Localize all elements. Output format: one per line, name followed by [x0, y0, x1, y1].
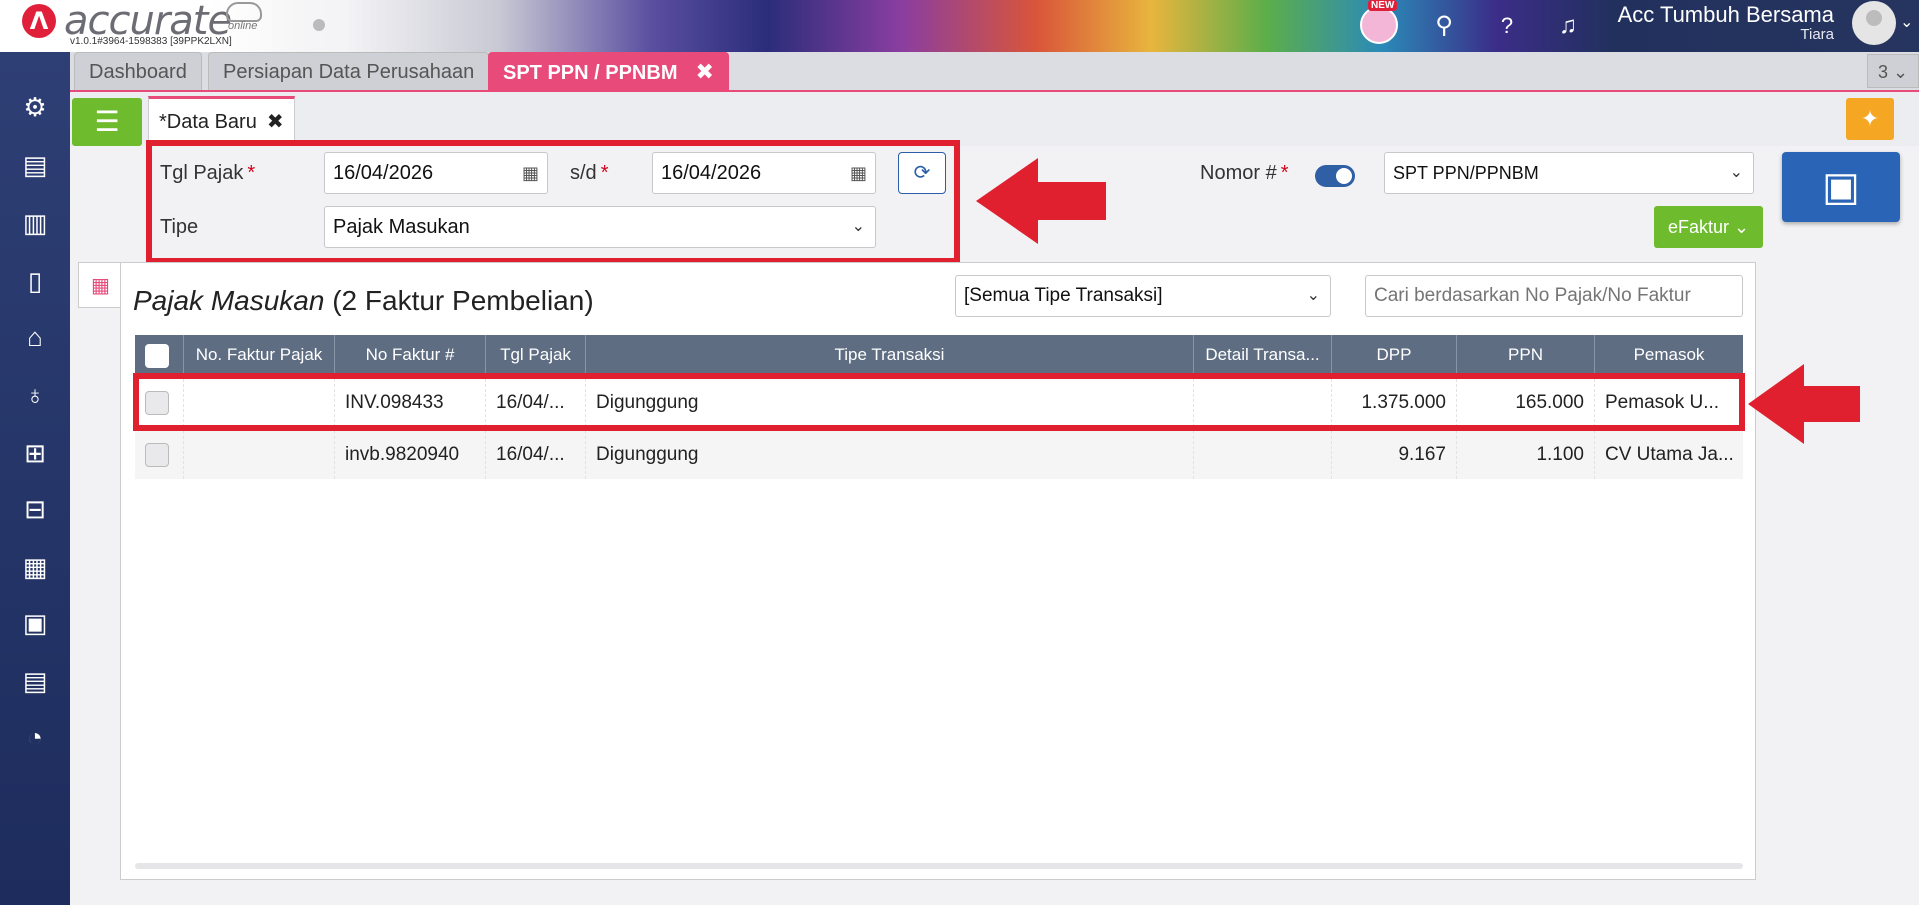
sidebar: ⚙ ▤ ▥ ▯ ⌂ ♁ ⊞ ⊟ ▦ ▣ ▤ ◔ [0, 52, 70, 905]
nomor-select[interactable]: SPT PPN/PPNBM ⌄ [1384, 152, 1754, 194]
status-dot-icon [313, 19, 325, 31]
cart-icon[interactable]: ⊞ [14, 432, 56, 474]
tab-counter[interactable]: 3 ⌄ [1867, 54, 1919, 88]
company-name[interactable]: Acc Tumbuh Bersama [1618, 2, 1834, 28]
logo-area[interactable]: Λ accurate online v1.0.1#3964-1598383 [3… [0, 0, 300, 52]
select-all-cell [135, 335, 184, 375]
cell-tipe-transaksi: Digunggung [586, 431, 1194, 479]
transaction-type-filter[interactable]: [Semua Tipe Transaksi] ⌄ [955, 275, 1331, 317]
nomor-label: Nomor # * [1200, 162, 1289, 184]
table-header: No. Faktur Pajak No Faktur # Tgl Pajak T… [135, 335, 1743, 375]
sub-toolbar: ☰ *Data Baru ✖ ✦ [70, 94, 1919, 146]
tab-label: Persiapan Data Perusahaan [223, 61, 475, 83]
grid-title: Pajak Masukan (2 Faktur Pembelian) [133, 285, 594, 316]
building-icon[interactable]: ▥ [14, 202, 56, 244]
table-row[interactable]: invb.9820940 16/04/... Digunggung 9.167 … [135, 431, 1743, 479]
col-pemasok[interactable]: Pemasok [1595, 335, 1743, 375]
tab-persiapan-data[interactable]: Persiapan Data Perusahaan [208, 52, 490, 90]
select-all-checkbox[interactable] [145, 344, 169, 368]
purchase-icon[interactable]: ⊟ [14, 488, 56, 530]
bank-icon[interactable]: ⌂ [14, 316, 56, 358]
list-menu-button[interactable]: ☰ [72, 98, 142, 146]
tab-label: SPT PPN / PPNBM [503, 62, 678, 84]
col-tgl-pajak[interactable]: Tgl Pajak [486, 335, 586, 375]
efaktur-button[interactable]: eFaktur ⌄ [1654, 206, 1764, 248]
factory-icon[interactable]: ▦ [14, 546, 56, 588]
col-dpp[interactable]: DPP [1332, 335, 1457, 375]
horizontal-scrollbar[interactable] [135, 863, 1743, 869]
nomor-toggle[interactable] [1315, 165, 1355, 187]
chevron-down-icon: ⌄ [1306, 287, 1320, 304]
cell-no-faktur: invb.9820940 [335, 431, 486, 479]
close-icon[interactable]: ✖ [695, 59, 713, 84]
red-arrow-icon [976, 158, 1106, 244]
doc-tab-data-baru[interactable]: *Data Baru ✖ [148, 96, 295, 146]
row-select-cell [135, 431, 184, 479]
cell-dpp: 9.167 [1332, 431, 1457, 479]
version-text: v1.0.1#3964-1598383 [39PPK2LXN] [70, 36, 232, 47]
accurate-logo-icon: Λ [22, 4, 56, 38]
tab-bar: Dashboard Persiapan Data Perusahaan SPT … [70, 52, 1919, 92]
mascot-avatar-icon[interactable] [1360, 6, 1398, 44]
col-ppn[interactable]: PPN [1457, 335, 1595, 375]
tab-spt-ppn[interactable]: SPT PPN / PPNBM ✖ [488, 52, 729, 90]
ledger-icon[interactable]: ▯ [14, 260, 56, 302]
search-input[interactable] [1365, 275, 1743, 317]
highlight-box [133, 373, 1745, 431]
user-name: Tiara [1800, 26, 1834, 43]
col-no-faktur-pajak[interactable]: No. Faktur Pajak [184, 335, 335, 375]
user-avatar[interactable] [1852, 1, 1896, 45]
lightbulb-icon[interactable]: ✦ [1846, 98, 1894, 140]
save-icon[interactable]: ▣ [1782, 152, 1900, 222]
tax-icon[interactable]: ▤ [14, 660, 56, 702]
tax-table-icon[interactable]: ▦ [78, 262, 122, 308]
highlight-box [146, 140, 960, 264]
cell-no-faktur-pajak [184, 431, 335, 479]
chevron-down-icon[interactable]: ⌄ [1900, 12, 1913, 32]
cashier-icon[interactable]: ▤ [14, 144, 56, 186]
cell-detail [1194, 431, 1332, 479]
money-bag-icon[interactable]: ♁ [14, 374, 56, 416]
cloud-icon [226, 2, 262, 22]
new-badge: NEW [1368, 0, 1398, 11]
chevron-down-icon: ⌄ [1729, 164, 1743, 181]
col-tipe-transaksi[interactable]: Tipe Transaksi [586, 335, 1194, 375]
report-icon[interactable]: ◔ [14, 716, 56, 758]
cell-ppn: 1.100 [1457, 431, 1595, 479]
logo-online-text: online [228, 20, 258, 32]
bell-icon[interactable]: ♫ [1550, 8, 1586, 44]
col-detail-transaksi[interactable]: Detail Transa... [1194, 335, 1332, 375]
conveyor-icon[interactable]: ▣ [14, 602, 56, 644]
gear-icon[interactable]: ⚙ [14, 86, 56, 128]
doc-tab-label: *Data Baru [159, 111, 257, 133]
cell-pemasok: CV Utama Ja... [1605, 444, 1734, 465]
cell-tgl-pajak: 16/04/... [486, 431, 586, 479]
col-no-faktur[interactable]: No Faktur # [335, 335, 486, 375]
red-arrow-icon [1748, 364, 1860, 444]
help-icon[interactable]: ? [1489, 8, 1525, 44]
tab-label: Dashboard [89, 61, 187, 83]
tab-dashboard[interactable]: Dashboard [74, 52, 202, 90]
grid-panel: Pajak Masukan (2 Faktur Pembelian) [Semu… [120, 262, 1756, 880]
row-checkbox[interactable] [145, 443, 169, 467]
close-icon[interactable]: ✖ [267, 111, 284, 133]
search-icon[interactable]: ⚲ [1426, 8, 1462, 44]
top-header: Λ accurate online v1.0.1#3964-1598383 [3… [0, 0, 1919, 52]
